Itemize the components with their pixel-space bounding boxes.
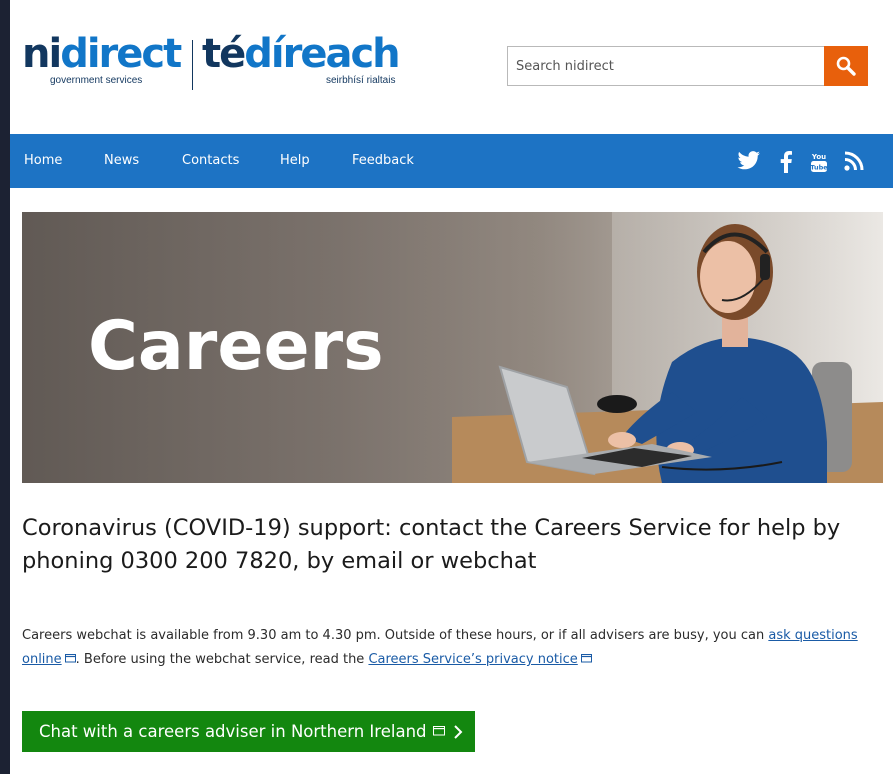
logo-english-tagline: government services <box>50 75 143 86</box>
paragraph-text-2: . Before using the webchat service, read… <box>75 652 369 667</box>
nav-help[interactable]: Help <box>280 134 310 188</box>
search-form <box>507 46 868 86</box>
svg-text:You: You <box>811 153 826 161</box>
search-button[interactable] <box>824 46 868 86</box>
logo-english: nidirect <box>22 31 182 77</box>
nav-contacts[interactable]: Contacts <box>182 134 239 188</box>
logo-irish: tédíreach <box>202 31 401 77</box>
rss-icon[interactable] <box>844 151 864 171</box>
external-link-icon <box>580 654 592 663</box>
hero-title: Careers <box>88 307 384 386</box>
logo-irish-tagline: seirbhísí rialtais <box>326 75 396 86</box>
main-nav: Home News Contacts Help Feedback You Tub… <box>10 134 893 188</box>
privacy-notice-link[interactable]: Careers Service’s privacy notice <box>368 652 577 667</box>
site-header: nidirect government services tédíreach s… <box>10 0 893 134</box>
nav-feedback[interactable]: Feedback <box>352 134 414 188</box>
search-input[interactable] <box>508 47 814 85</box>
search-icon <box>836 56 856 76</box>
nav-home[interactable]: Home <box>24 134 62 188</box>
youtube-icon[interactable]: You Tube <box>810 151 828 173</box>
nav-news[interactable]: News <box>104 134 139 188</box>
paragraph-text-1: Careers webchat is available from 9.30 a… <box>22 628 769 643</box>
twitter-icon[interactable] <box>737 151 761 171</box>
external-link-icon <box>432 726 445 736</box>
external-link-icon <box>64 654 76 663</box>
svg-text:Tube: Tube <box>810 164 828 172</box>
social-links: You Tube <box>735 134 885 188</box>
page: nidirect government services tédíreach s… <box>10 0 893 774</box>
nidirect-logo[interactable]: nidirect government services tédíreach s… <box>22 32 402 102</box>
logo-divider <box>192 40 193 90</box>
hero-banner: Careers <box>22 212 883 483</box>
facebook-icon[interactable] <box>780 151 792 173</box>
chat-with-adviser-button[interactable]: Chat with a careers adviser in Northern … <box>22 711 475 752</box>
webchat-info-paragraph: Careers webchat is available from 9.30 a… <box>22 624 887 672</box>
cta-label: Chat with a careers adviser in Northern … <box>39 722 427 741</box>
chevron-right-icon <box>453 724 462 739</box>
covid-support-heading: Coronavirus (COVID-19) support: contact … <box>22 515 841 574</box>
